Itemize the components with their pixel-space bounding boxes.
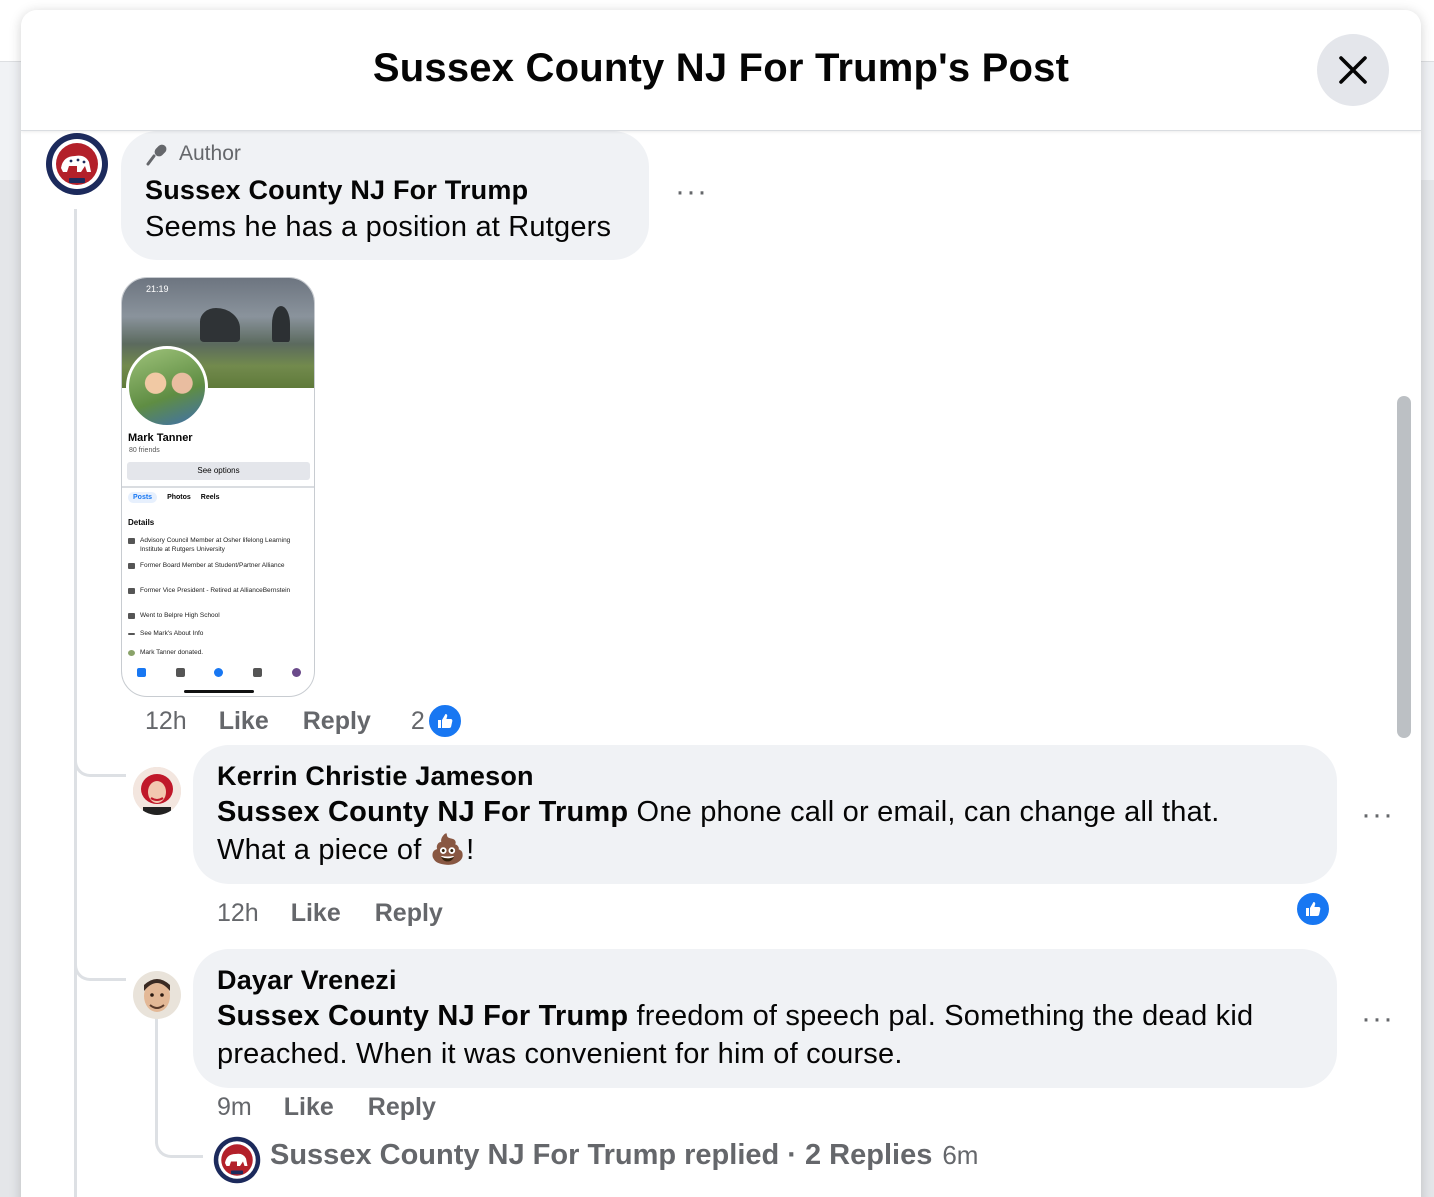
avatar[interactable]: [133, 767, 181, 815]
scrollbar-thumb[interactable]: [1397, 396, 1411, 738]
comment-text-line: freedom of speech pal. Something the dea…: [628, 1000, 1254, 1032]
author-badge-label: Author: [179, 142, 241, 165]
comment-bubble[interactable]: Author Sussex County NJ For Trump Seems …: [121, 131, 649, 260]
detail-row: Advisory Council Member at Osher lifelon…: [128, 536, 308, 554]
phone-bottom-nav: [122, 662, 314, 682]
detail-text: Former Board Member at Student/Partner A…: [140, 562, 285, 569]
comment-actions: 12h Like Reply 2: [145, 703, 463, 739]
more-options-button[interactable]: ···: [1361, 1002, 1394, 1036]
avatar[interactable]: [213, 1136, 261, 1184]
more-options-button[interactable]: ···: [1361, 798, 1394, 832]
cover-rock: [272, 306, 290, 342]
briefcase-icon: [128, 563, 135, 569]
more-icon: [128, 633, 135, 635]
detail-text: Advisory Council Member at Osher lifelon…: [140, 537, 291, 553]
user-photo-icon: [133, 971, 181, 1019]
post-dialog: Sussex County NJ For Trump's Post Author…: [21, 10, 1421, 1197]
dialog-title: Sussex County NJ For Trump's Post: [372, 46, 1070, 90]
mention-link[interactable]: Sussex County NJ For Trump: [217, 1000, 628, 1032]
like-reaction-icon: [426, 703, 463, 739]
comment-timestamp[interactable]: 12h: [145, 707, 187, 736]
thread-connector: [74, 731, 126, 777]
comment-text: preached. When it was convenient for him…: [217, 1038, 903, 1070]
view-replies-link[interactable]: Sussex County NJ For Trump replied · 2 R…: [270, 1139, 978, 1172]
mention-link[interactable]: Sussex County NJ For Trump: [217, 796, 628, 828]
comment-text: Seems he has a position at Rutgers: [145, 211, 612, 243]
detail-text: Went to Belpre High School: [140, 612, 220, 619]
reply-button[interactable]: Reply: [368, 1093, 436, 1122]
school-icon: [128, 613, 135, 619]
author-badge: Author: [145, 141, 241, 167]
comment-text: What a piece of 💩!: [217, 831, 474, 869]
comments-area: Author Sussex County NJ For Trump Seems …: [21, 131, 1421, 1197]
detail-row: Went to Belpre High School: [128, 611, 308, 620]
close-icon: [1339, 56, 1367, 84]
divider: [122, 486, 314, 488]
detail-text: See Mark's About Info: [140, 630, 204, 637]
avatar[interactable]: [133, 971, 181, 1019]
plus-icon: [214, 667, 224, 677]
avatar-icon: [128, 650, 135, 656]
profile-tab: Posts: [128, 492, 158, 503]
detail-row: Former Board Member at Student/Partner A…: [128, 561, 308, 570]
user-photo-icon: [133, 767, 181, 815]
thread-line: [74, 981, 77, 1197]
reaction-count[interactable]: 2: [411, 703, 463, 739]
detail-row: Former Vice President - Retired at Allia…: [128, 586, 308, 595]
microphone-icon: [146, 144, 167, 166]
close-button[interactable]: [1317, 34, 1389, 106]
gop-logo-icon: [46, 133, 108, 195]
replies-summary-time: 6m: [942, 1140, 979, 1170]
reply-button[interactable]: Reply: [303, 707, 371, 736]
comment-text-line: One phone call or email, can change all …: [628, 796, 1220, 828]
profile-icon: [292, 667, 302, 677]
comment-text-end: !: [466, 834, 475, 866]
like-reaction-icon[interactable]: [1295, 891, 1331, 927]
post-preview-text: Mark Tanner donated.: [140, 649, 204, 656]
friends-count: 80 friends: [129, 447, 160, 454]
see-options-button: See options: [127, 462, 310, 480]
like-button[interactable]: Like: [291, 899, 341, 928]
reply-button[interactable]: Reply: [375, 899, 443, 928]
profile-name: Mark Tanner: [128, 432, 193, 444]
avatar[interactable]: [45, 132, 109, 196]
comment-timestamp[interactable]: 12h: [217, 899, 259, 928]
comment-actions: 12h Like Reply: [217, 899, 477, 928]
profile-tabs: Posts Photos Reels: [128, 492, 219, 503]
comment-text: Sussex County NJ For Trump freedom of sp…: [217, 997, 1253, 1035]
profile-picture: [126, 346, 208, 428]
more-options-button[interactable]: ···: [675, 175, 708, 209]
comment-text: Sussex County NJ For Trump One phone cal…: [217, 793, 1219, 831]
commenter-name[interactable]: Kerrin Christie Jameson: [217, 761, 534, 792]
bell-icon: [253, 667, 263, 677]
profile-tab: Reels: [200, 494, 220, 501]
poop-emoji: 💩: [429, 834, 467, 866]
details-heading: Details: [128, 518, 155, 527]
replies-summary-text: Sussex County NJ For Trump replied · 2 R…: [270, 1139, 933, 1171]
profile-tab: Photos: [167, 494, 191, 501]
comment-actions: 9m Like Reply: [217, 1093, 470, 1122]
reaction-count-value: 2: [410, 706, 425, 735]
commenter-name[interactable]: Sussex County NJ For Trump: [145, 175, 528, 206]
dialog-header: Sussex County NJ For Trump's Post: [21, 10, 1421, 131]
home-icon: [136, 667, 146, 677]
phone-status-time: 21:19: [146, 284, 169, 294]
commenter-name[interactable]: Dayar Vrenezi: [217, 965, 397, 996]
comment-bubble[interactable]: Dayar Vrenezi Sussex County NJ For Trump…: [193, 949, 1337, 1088]
briefcase-icon: [128, 588, 135, 594]
briefcase-icon: [128, 538, 135, 544]
comment-bubble[interactable]: Kerrin Christie Jameson Sussex County NJ…: [193, 745, 1337, 884]
detail-text: Former Vice President - Retired at Allia…: [140, 587, 291, 594]
comment-text-line: What a piece of: [217, 834, 430, 866]
video-icon: [175, 667, 185, 677]
home-indicator: [184, 690, 254, 693]
like-button[interactable]: Like: [219, 707, 269, 736]
detail-row: See Mark's About Info: [128, 629, 308, 638]
thread-connector: [74, 941, 126, 981]
gop-logo-icon: [213, 1136, 261, 1184]
comment-image[interactable]: 21:19 Mark Tanner 80 friends See options…: [121, 277, 315, 697]
comment-timestamp[interactable]: 9m: [217, 1093, 252, 1122]
like-button[interactable]: Like: [284, 1093, 334, 1122]
post-preview-row: Mark Tanner donated.: [128, 648, 308, 657]
